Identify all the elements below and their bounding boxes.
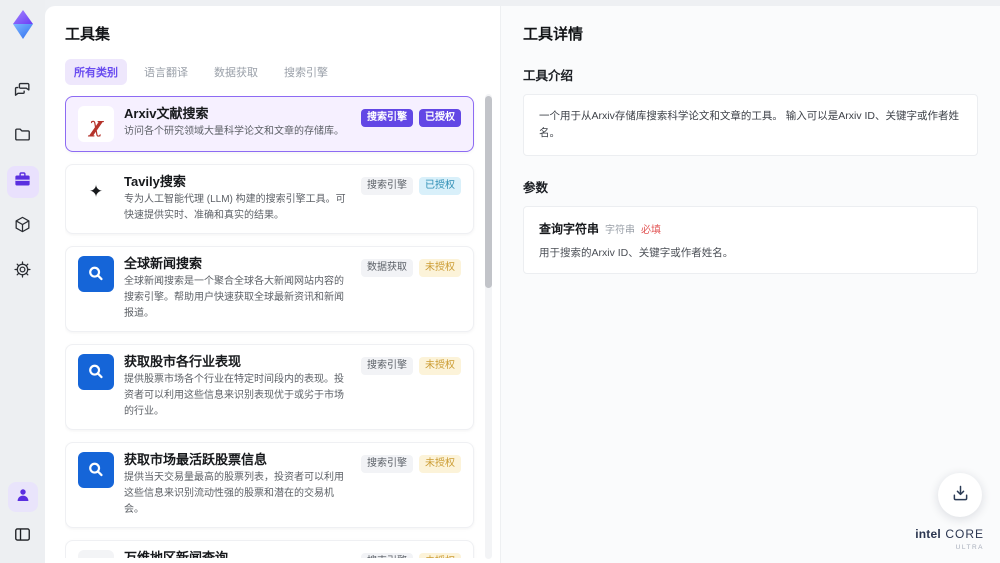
parameter-name: 查询字符串 [539,221,600,236]
tool-badges: 搜索引擎 已授权 [361,174,461,224]
page-title: 工具集 [65,26,111,43]
tool-info: 获取股市各行业表现提供股票市场各个行业在特定时间段内的表现。投资者可以利用这些信… [124,354,351,420]
tool-description: 全球新闻搜索是一个聚合全球各大新闻网站内容的搜索引擎。帮助用户快速获取全球最新资… [124,276,344,319]
panel-toggle-icon [13,525,32,549]
tool-list-panel: 工具集 所有类别 语言翻译 数据获取 搜索引擎 χ Arxiv文献搜索 访问各个研究领域大… [45,6,500,563]
auth-status-badge: 未授权 [419,455,461,473]
parameter-type: 字符串 [605,224,636,236]
cube-icon [13,215,32,239]
tavily-icon: ✦ [78,174,114,210]
tool-list: χ Arxiv文献搜索 访问各个研究领域大量科学论文和文章的存储库。 搜索引擎 已授权 ✦… [65,96,500,558]
category-badge: 搜索引擎 [361,177,413,195]
tool-card[interactable]: 万维地区新闻查询查询具体行政区划内的新闻，快速了解各地新闻动态。 搜索引擎 未授权 [65,540,474,558]
tool-description: 提供股票市场各个行业在特定时间段内的表现。投资者可以利用这些信息来识别表现优于或… [124,374,344,417]
tab-数据获取[interactable]: 数据获取 [205,59,267,85]
category-badge: 搜索引擎 [361,553,413,558]
tool-name: 获取股市各行业表现 [124,354,242,369]
sidebar-item-settings[interactable] [7,256,39,288]
collapse-sidebar-button[interactable] [7,521,39,553]
scrollbar-thumb[interactable] [485,96,492,288]
intro-text: 一个用于从Arxiv存储库搜索科学论文和文章的工具。 输入可以是Arxiv ID… [539,110,959,139]
app-logo [8,8,38,42]
brand-core: CORE [945,527,984,542]
tool-description: 访问各个研究领域大量科学论文和文章的存储库。 [124,126,344,137]
tool-info: 全球新闻搜索全球新闻搜索是一个聚合全球各大新闻网站内容的搜索引擎。帮助用户快速获… [124,256,351,322]
sidebar-item-chat[interactable] [7,76,39,108]
download-icon [950,483,971,507]
auth-status-badge: 已授权 [419,177,461,195]
category-badge: 数据获取 [361,259,413,277]
main-surface: 工具集 所有类别 语言翻译 数据获取 搜索引擎 χ Arxiv文献搜索 访问各个研究领域大… [45,6,1000,563]
tool-detail-panel: 工具详情 工具介绍 一个用于从Arxiv存储库搜索科学论文和文章的工具。 输入可… [500,6,1000,563]
detail-title: 工具详情 [523,26,584,43]
brand-ultra: ULTRA [955,543,984,551]
category-badge: 搜索引擎 [361,357,413,375]
parameter-row: 查询字符串 字符串 必填用于搜索的Arxiv ID、关键字或作者姓名。 [539,220,962,260]
tool-description: 专为人工智能代理 (LLM) 构建的搜索引擎工具。可快速提供实时、准确和真实的结… [124,194,346,221]
sidebar-item-models[interactable] [7,211,39,243]
auth-status-badge: 已授权 [419,109,461,127]
tool-name: 获取市场最活跃股票信息 [124,452,268,467]
user-avatar[interactable] [7,482,38,512]
category-badge: 搜索引擎 [361,455,413,473]
tool-info: Arxiv文献搜索访问各个研究领域大量科学论文和文章的存储库。 [124,106,351,142]
parameter-header: 查询字符串 字符串 必填 [539,220,962,237]
tab-搜索引擎[interactable]: 搜索引擎 [275,59,337,85]
tool-info: Tavily搜索专为人工智能代理 (LLM) 构建的搜索引擎工具。可快速提供实时… [124,174,351,224]
tab-语言翻译[interactable]: 语言翻译 [135,59,197,85]
parameter-description: 用于搜索的Arxiv ID、关键字或作者姓名。 [539,246,734,259]
auth-status-badge: 未授权 [419,259,461,277]
tool-description: 提供当天交易量最高的股票列表，投资者可以利用这些信息来识别流动性强的股票和潜在的… [124,472,344,515]
app-window: 工具集 所有类别 语言翻译 数据获取 搜索引擎 χ Arxiv文献搜索 访问各个研究领域大… [0,0,1000,563]
intel-core-logo: intel CORE ULTRA [915,525,984,551]
news-search-icon [78,256,114,292]
tool-badges: 搜索引擎未授权 [361,354,461,420]
sidebar-bottom [7,482,39,553]
download-button[interactable] [938,473,982,517]
news-search-icon [78,354,114,390]
tool-badges: 搜索引擎 未授权 [361,550,461,558]
settings-icon [13,260,32,284]
tool-name: Tavily搜索 [124,174,186,189]
sidebar-nav [6,76,39,288]
toolbox-icon [13,170,32,194]
folder-icon [13,125,32,149]
list-scrollbar[interactable] [485,94,492,559]
arxiv-icon: χ [78,106,114,142]
auth-status-badge: 未授权 [419,553,461,558]
params-heading: 参数 [523,180,549,195]
chat-icon [13,80,32,104]
auth-status-badge: 未授权 [419,357,461,375]
tool-name: 全球新闻搜索 [124,256,203,271]
tool-info: 万维地区新闻查询查询具体行政区划内的新闻，快速了解各地新闻动态。 [124,550,351,558]
category-badge: 搜索引擎 [361,109,413,127]
brand-intel: intel [915,527,941,542]
tool-badges: 数据获取 未授权 [361,256,461,322]
tool-card[interactable]: 全球新闻搜索全球新闻搜索是一个聚合全球各大新闻网站内容的搜索引擎。帮助用户快速获… [65,246,474,332]
tool-badges: 搜索引擎 已授权 [361,106,461,142]
tool-info: 获取市场最活跃股票信息提供当天交易量最高的股票列表，投资者可以利用这些信息来识别… [124,452,351,518]
sidebar-item-files[interactable] [7,121,39,153]
params-box: 查询字符串 字符串 必填用于搜索的Arxiv ID、关键字或作者姓名。 [523,205,978,274]
tool-card[interactable]: χ Arxiv文献搜索 访问各个研究领域大量科学论文和文章的存储库。 搜索引擎 已授权 [65,96,474,152]
intro-heading: 工具介绍 [523,69,574,83]
tool-card[interactable]: 获取市场最活跃股票信息提供当天交易量最高的股票列表，投资者可以利用这些信息来识别… [65,442,474,528]
icon-sidebar [0,0,45,563]
tab-所有类别[interactable]: 所有类别 [65,59,127,85]
building-icon [78,550,114,558]
tool-name: 万维地区新闻查询 [124,550,229,558]
tool-name: Arxiv文献搜索 [124,106,209,121]
tool-badges: 搜索引擎未授权 [361,452,461,518]
intro-box: 一个用于从Arxiv存储库搜索科学论文和文章的工具。 输入可以是Arxiv ID… [523,94,978,156]
tool-card[interactable]: ✦ Tavily搜索专为人工智能代理 (LLM) 构建的搜索引擎工具。可快速提供实… [65,164,474,234]
tool-card[interactable]: 获取股市各行业表现提供股票市场各个行业在特定时间段内的表现。投资者可以利用这些信… [65,344,474,430]
required-badge: 必填 [641,224,662,236]
category-tabs: 所有类别 语言翻译 数据获取 搜索引擎 [65,59,500,85]
sidebar-item-tools[interactable] [6,166,39,198]
news-search-icon [78,452,114,488]
user-icon [14,486,32,509]
